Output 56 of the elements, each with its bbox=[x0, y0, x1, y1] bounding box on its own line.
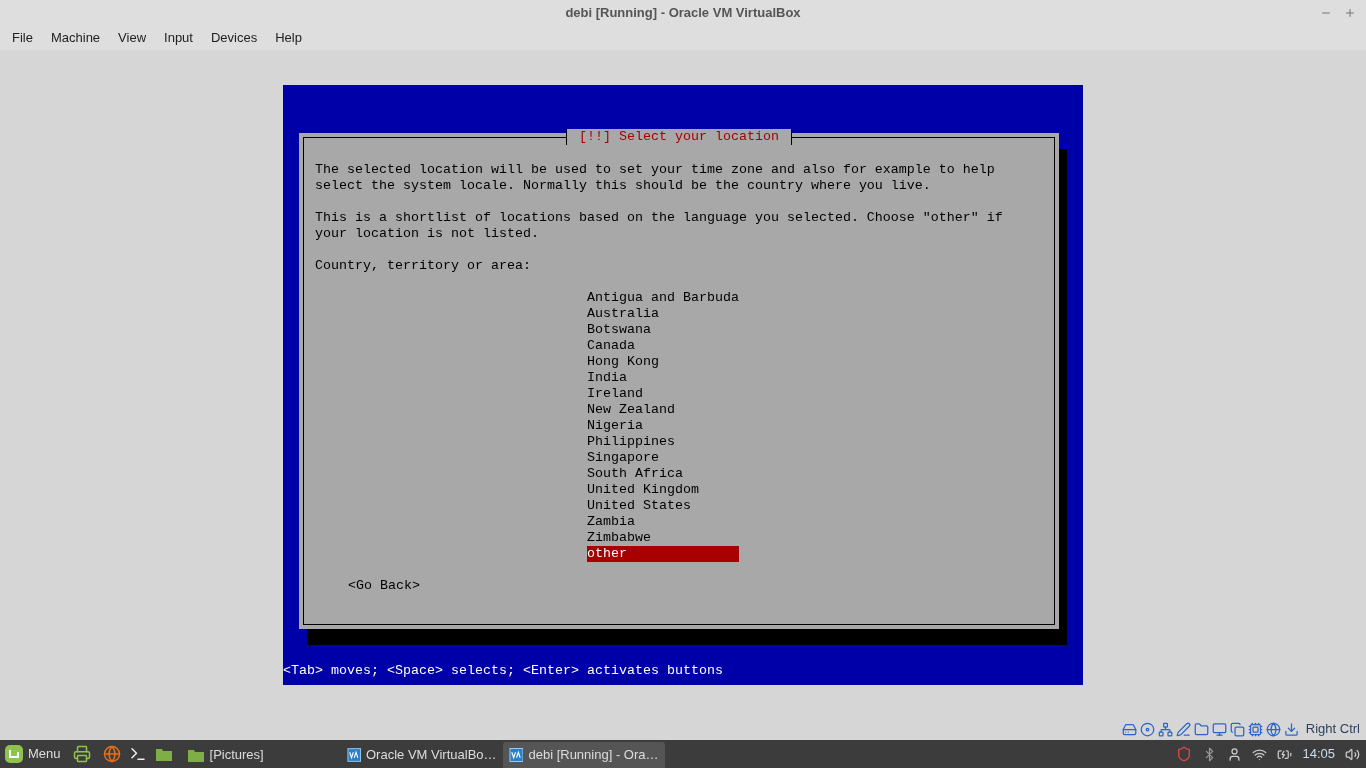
menu-item[interactable]: View bbox=[112, 28, 153, 48]
host-key-label: Right Ctrl bbox=[1305, 720, 1360, 739]
optical-disc-icon[interactable] bbox=[1139, 721, 1155, 737]
list-item[interactable]: Canada bbox=[587, 338, 739, 354]
shield-icon[interactable] bbox=[1176, 746, 1193, 762]
go-back-button[interactable]: <Go Back> bbox=[348, 578, 420, 593]
list-item[interactable]: India bbox=[587, 370, 739, 386]
dialog-title: [!!] Select your location bbox=[566, 129, 792, 145]
virtualbox-icon bbox=[508, 747, 524, 763]
menu-button[interactable]: Menu bbox=[0, 740, 65, 768]
folder-icon bbox=[186, 747, 205, 763]
taskbar-window-button[interactable]: [Pictures] bbox=[180, 742, 341, 768]
maximize-icon[interactable] bbox=[1344, 7, 1356, 19]
virtualbox-icon bbox=[346, 747, 361, 763]
list-item[interactable]: Australia bbox=[587, 306, 739, 322]
menu-item[interactable]: Devices bbox=[204, 28, 264, 48]
list-item[interactable]: Zimbabwe bbox=[587, 530, 739, 546]
menu-item[interactable]: Machine bbox=[44, 28, 107, 48]
terminal-icon[interactable] bbox=[128, 745, 147, 763]
list-item[interactable]: Zambia bbox=[587, 514, 739, 530]
user-icon[interactable] bbox=[1227, 746, 1243, 762]
list-item[interactable]: New Zealand bbox=[587, 402, 739, 418]
windows-icon[interactable] bbox=[1229, 721, 1245, 737]
list-item[interactable]: Hong Kong bbox=[587, 354, 739, 370]
taskbar-window-button[interactable]: debi [Running] - Ora… bbox=[502, 742, 665, 768]
folder-icon[interactable] bbox=[1193, 721, 1209, 737]
paragraph: This is a shortlist of locations based on the language you selected. Choose "other" if your location is not listed. bbox=[315, 210, 1004, 242]
help-line: <Tab> moves; <Space> selects; <Enter> activates buttons bbox=[283, 663, 723, 679]
network-icon[interactable] bbox=[1157, 721, 1173, 737]
list-item[interactable]: United Kingdom bbox=[587, 482, 739, 498]
list-item[interactable]: Ireland bbox=[587, 386, 739, 402]
taskbar-window-button[interactable]: Oracle VM VirtualBo… bbox=[340, 742, 503, 768]
monitor-icon[interactable] bbox=[1211, 721, 1227, 737]
pen-icon[interactable] bbox=[1175, 721, 1191, 737]
prompt-label: Country, territory or area: bbox=[315, 258, 532, 274]
folder-icon bbox=[154, 746, 173, 762]
download-icon[interactable] bbox=[1283, 721, 1299, 737]
mint-logo-icon bbox=[4, 744, 24, 764]
wifi-icon[interactable] bbox=[1252, 746, 1268, 762]
window-title: debi [Running] - Oracle VM VirtualBox bbox=[565, 4, 801, 23]
menu-item[interactable]: File bbox=[6, 28, 39, 48]
list-item[interactable]: South Africa bbox=[587, 466, 739, 482]
menu-item[interactable]: Help bbox=[269, 28, 308, 48]
menu-item[interactable]: Input bbox=[158, 28, 199, 48]
chip-icon[interactable] bbox=[1247, 721, 1263, 737]
volume-icon[interactable] bbox=[1345, 746, 1360, 762]
list-item[interactable]: Antigua and Barbuda bbox=[587, 290, 739, 306]
list-item[interactable]: other bbox=[587, 546, 739, 562]
paragraph: The selected location will be used to set your time zone and also for example to help select the system locale. Normally this should be the country where you live. bbox=[315, 162, 996, 194]
list-item[interactable]: Nigeria bbox=[587, 418, 739, 434]
list-item[interactable]: Singapore bbox=[587, 450, 739, 466]
globe-icon[interactable] bbox=[1265, 721, 1281, 737]
clock[interactable]: 14:05 bbox=[1302, 744, 1335, 764]
list-item[interactable]: Botswana bbox=[587, 322, 739, 338]
list-item[interactable]: Philippines bbox=[587, 434, 739, 450]
list-item[interactable]: United States bbox=[587, 498, 739, 514]
